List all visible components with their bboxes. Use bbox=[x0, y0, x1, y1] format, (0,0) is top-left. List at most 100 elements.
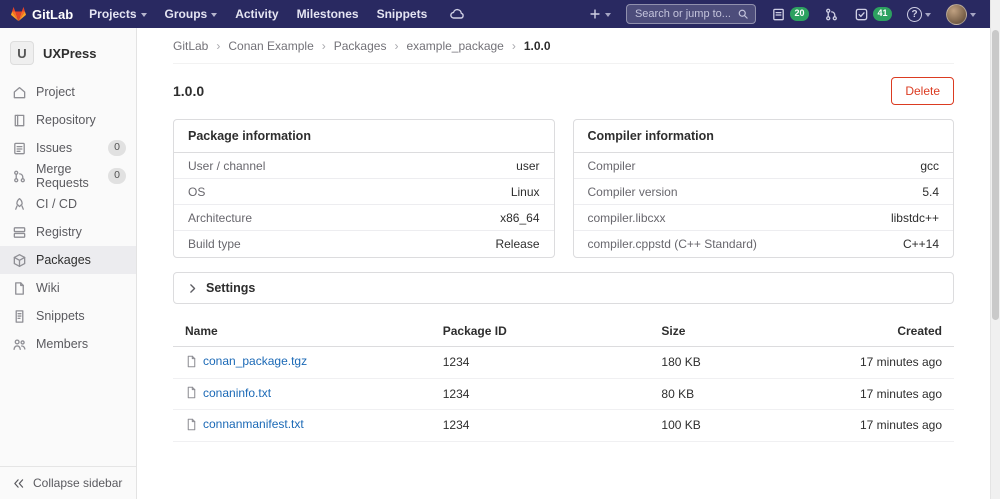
wiki-icon bbox=[12, 281, 27, 296]
snippet-icon bbox=[12, 309, 27, 324]
info-value: user bbox=[516, 158, 540, 173]
sidebar-item-merge-requests[interactable]: Merge Requests 0 bbox=[0, 162, 136, 190]
chevron-down-icon bbox=[140, 13, 147, 17]
table-row: conan_package.tgz 1234 180 KB 17 minutes… bbox=[173, 346, 954, 379]
merge-request-icon bbox=[12, 169, 27, 184]
merge-requests-button[interactable] bbox=[824, 7, 839, 22]
size-cell: 80 KB bbox=[649, 378, 845, 410]
brand-text: GitLab bbox=[32, 6, 74, 22]
info-label: compiler.cppstd (C++ Standard) bbox=[587, 237, 757, 251]
sidebar-item-label: Packages bbox=[36, 253, 91, 267]
file-name: conan_package.tgz bbox=[203, 354, 308, 368]
breadcrumb-packages[interactable]: Packages bbox=[334, 39, 387, 53]
nav-snippets-label: Snippets bbox=[376, 7, 428, 21]
info-value: libstdc++ bbox=[890, 210, 939, 225]
sidebar-item-label: Snippets bbox=[36, 309, 85, 323]
main-content: GitLab › Conan Example › Packages › exam… bbox=[137, 28, 990, 499]
info-row: Compiler version 5.4 bbox=[573, 179, 953, 205]
nav-activity[interactable]: Activity bbox=[235, 7, 278, 21]
info-label: Compiler bbox=[587, 158, 636, 173]
sidebar-item-wiki[interactable]: Wiki bbox=[0, 274, 136, 302]
search-icon bbox=[738, 9, 748, 19]
sidebar-item-packages[interactable]: Packages bbox=[0, 246, 136, 274]
table-row: connanmanifest.txt 1234 100 KB 17 minute… bbox=[173, 409, 954, 442]
file-link[interactable]: conan_package.tgz bbox=[185, 354, 307, 368]
column-header-created: Created bbox=[844, 316, 954, 347]
settings-label: Settings bbox=[206, 281, 256, 295]
sidebar-item-members[interactable]: Members bbox=[0, 330, 136, 358]
global-search[interactable] bbox=[625, 4, 756, 24]
sidebar-item-repository[interactable]: Repository bbox=[0, 106, 136, 134]
chevron-down-icon bbox=[211, 13, 218, 17]
collapse-double-chevron-icon bbox=[12, 477, 25, 490]
cloud-icon-button[interactable] bbox=[449, 6, 465, 22]
sidebar-item-snippets[interactable]: Snippets bbox=[0, 302, 136, 330]
info-row: compiler.cppstd (C++ Standard) C++14 bbox=[574, 231, 954, 257]
file-link[interactable]: conaninfo.txt bbox=[185, 386, 271, 400]
delete-button[interactable]: Delete bbox=[891, 77, 954, 105]
card-title: Package information bbox=[174, 120, 554, 153]
nav-snippets[interactable]: Snippets bbox=[377, 7, 428, 21]
help-menu-button[interactable]: ? bbox=[907, 6, 931, 22]
help-icon: ? bbox=[907, 6, 922, 22]
nav-groups[interactable]: Groups bbox=[165, 7, 218, 21]
column-header-name: Name bbox=[173, 316, 431, 347]
sidebar-item-project[interactable]: Project bbox=[0, 78, 136, 106]
breadcrumb-group[interactable]: Conan Example bbox=[228, 39, 313, 53]
user-avatar bbox=[946, 3, 967, 25]
sidebar-item-label: Registry bbox=[36, 225, 82, 239]
package-icon bbox=[12, 253, 27, 268]
project-avatar: U bbox=[10, 41, 34, 65]
breadcrumb-gitlab[interactable]: GitLab bbox=[173, 39, 208, 53]
issues-dashboard-button[interactable]: 20 bbox=[771, 7, 809, 22]
created-cell: 17 minutes ago bbox=[844, 346, 954, 379]
breadcrumb-package[interactable]: example_package bbox=[406, 39, 503, 53]
tanuki-icon bbox=[10, 6, 27, 22]
todos-button[interactable]: 41 bbox=[854, 7, 892, 22]
sidebar-item-label: Merge Requests bbox=[36, 162, 89, 190]
chevron-down-icon bbox=[925, 13, 931, 17]
collapse-sidebar-button[interactable]: Collapse sidebar bbox=[0, 466, 136, 499]
settings-expander[interactable]: Settings bbox=[173, 272, 954, 304]
column-header-package-id: Package ID bbox=[430, 316, 650, 347]
file-name: connanmanifest.txt bbox=[203, 417, 304, 431]
nav-projects[interactable]: Projects bbox=[89, 7, 147, 21]
scrollbar-thumb[interactable] bbox=[992, 30, 999, 320]
breadcrumb: GitLab › Conan Example › Packages › exam… bbox=[173, 28, 954, 64]
sidebar-item-issues[interactable]: Issues 0 bbox=[0, 134, 136, 162]
nav-activity-label: Activity bbox=[235, 7, 279, 21]
search-input[interactable] bbox=[632, 7, 733, 21]
info-row: OS Linux bbox=[174, 179, 554, 205]
table-header-row: Name Package ID Size Created bbox=[173, 316, 954, 347]
package-id-cell: 1234 bbox=[430, 378, 650, 410]
info-value: 5.4 bbox=[922, 184, 939, 199]
cloud-icon bbox=[450, 8, 465, 19]
sidebar-item-label: Wiki bbox=[36, 281, 60, 295]
package-id-cell: 1234 bbox=[430, 346, 650, 379]
sidebar-item-registry[interactable]: Registry bbox=[0, 218, 136, 246]
issues-icon bbox=[773, 8, 784, 20]
page-scrollbar[interactable] bbox=[990, 0, 1000, 499]
info-value: gcc bbox=[920, 158, 939, 173]
page-title: 1.0.0 bbox=[173, 83, 205, 99]
info-label: compiler.libcxx bbox=[587, 210, 666, 225]
sidebar-item-label: Project bbox=[36, 85, 75, 99]
members-icon bbox=[12, 337, 27, 352]
new-menu-button[interactable] bbox=[588, 7, 611, 21]
info-label: Build type bbox=[188, 237, 241, 251]
plus-icon bbox=[590, 9, 600, 19]
gitlab-home-link[interactable]: GitLab bbox=[10, 6, 73, 22]
file-link[interactable]: connanmanifest.txt bbox=[185, 417, 304, 431]
mr-count-badge: 0 bbox=[108, 168, 126, 184]
user-menu-button[interactable] bbox=[946, 3, 976, 25]
created-cell: 17 minutes ago bbox=[844, 378, 954, 410]
sidebar-item-cicd[interactable]: CI / CD bbox=[0, 190, 136, 218]
table-row: conaninfo.txt 1234 80 KB 17 minutes ago bbox=[173, 378, 954, 410]
nav-groups-label: Groups bbox=[164, 7, 208, 21]
chevron-down-icon bbox=[970, 13, 976, 17]
info-row: Build type Release bbox=[174, 231, 554, 257]
collapse-sidebar-label: Collapse sidebar bbox=[33, 476, 123, 490]
project-header[interactable]: U UXPress bbox=[0, 28, 136, 78]
chevron-down-icon bbox=[604, 13, 611, 17]
nav-milestones[interactable]: Milestones bbox=[297, 7, 359, 21]
